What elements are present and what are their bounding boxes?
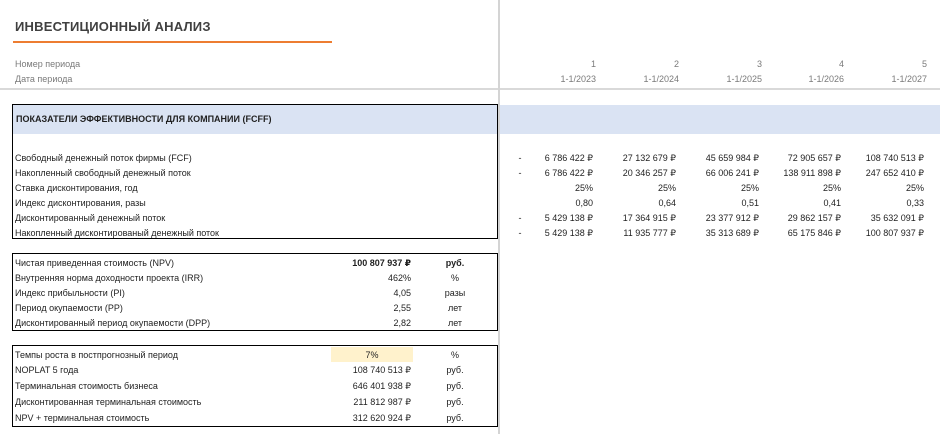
- period-date-1: 1-1/2023: [560, 74, 596, 84]
- period-date-4: 1-1/2026: [808, 74, 844, 84]
- header-divider: [0, 88, 940, 90]
- period-date-3: 1-1/2025: [726, 74, 762, 84]
- row-label: Дисконтированный денежный поток: [15, 213, 166, 223]
- kpi-unit: лет: [447, 318, 463, 328]
- cell[interactable]: 100 807 937 ₽: [814, 228, 924, 239]
- frozen-pane-divider[interactable]: [498, 0, 500, 434]
- kpi-value[interactable]: 4,05: [281, 288, 411, 298]
- kpi-label: Период окупаемости (PP): [15, 303, 123, 313]
- kpi-unit: разы: [444, 288, 466, 298]
- kpi-unit: лет: [447, 303, 463, 313]
- row-label: Ставка дисконтирования, год: [15, 183, 138, 193]
- kpi-label: Внутренняя норма доходности проекта (IRR…: [15, 273, 204, 283]
- row-label: Накопленный свободный денежный поток: [15, 168, 191, 178]
- terminal-value[interactable]: 312 620 924 ₽: [281, 413, 411, 424]
- terminal-label: Терминальная стоимость бизнеса: [15, 381, 158, 391]
- title-underline: [13, 41, 332, 43]
- kpi-value[interactable]: 100 807 937 ₽: [281, 258, 411, 269]
- terminal-label: Дисконтированная терминальная стоимость: [15, 397, 202, 407]
- kpi-unit: руб.: [445, 258, 465, 268]
- kpi-value[interactable]: 462%: [281, 273, 411, 283]
- kpi-value[interactable]: 2,82: [281, 318, 411, 328]
- cell[interactable]: 0,33: [814, 198, 924, 208]
- terminal-label: Темпы роста в постпрогнозный период: [15, 350, 178, 360]
- terminal-label: NOPLAT 5 года: [15, 365, 79, 375]
- cell[interactable]: 35 632 091 ₽: [814, 213, 924, 224]
- period-number-label: Номер периода: [15, 59, 81, 69]
- cell[interactable]: 108 740 513 ₽: [814, 153, 924, 164]
- terminal-value[interactable]: 211 812 987 ₽: [281, 397, 411, 408]
- terminal-unit: руб.: [446, 365, 464, 375]
- terminal-unit: руб.: [446, 413, 464, 423]
- period-date-2: 1-1/2024: [643, 74, 679, 84]
- period-number-5: 5: [921, 59, 927, 69]
- terminal-unit: руб.: [446, 381, 464, 391]
- sheet-title: ИНВЕСТИЦИОННЫЙ АНАЛИЗ: [15, 19, 211, 34]
- kpi-label: Дисконтированный период окупаемости (DPP…: [15, 318, 211, 328]
- period-number-4: 4: [838, 59, 844, 69]
- terminal-unit: руб.: [446, 397, 464, 407]
- growth-rate-input[interactable]: 7%: [331, 350, 413, 360]
- terminal-value[interactable]: 108 740 513 ₽: [281, 365, 411, 376]
- period-number-3: 3: [756, 59, 762, 69]
- terminal-value[interactable]: 646 401 938 ₽: [281, 381, 411, 392]
- kpi-value[interactable]: 2,55: [281, 303, 411, 313]
- period-date-label: Дата периода: [15, 74, 73, 84]
- terminal-unit: %: [450, 350, 459, 360]
- kpi-label: Чистая приведенная стоимость (NPV): [15, 258, 174, 268]
- row-label: Индекс дисконтирования, разы: [15, 198, 146, 208]
- cell[interactable]: 25%: [814, 183, 924, 193]
- cell[interactable]: 247 652 410 ₽: [814, 168, 924, 179]
- kpi-label: Индекс прибыльности (PI): [15, 288, 125, 298]
- period-number-2: 2: [673, 59, 679, 69]
- kpi-unit: %: [450, 273, 459, 283]
- fcff-section-title: ПОКАЗАТЕЛИ ЭФФЕКТИВНОСТИ ДЛЯ КОМПАНИИ (F…: [16, 114, 272, 124]
- period-date-5: 1-1/2027: [891, 74, 927, 84]
- row-label: Свободный денежный поток фирмы (FCF): [15, 153, 192, 163]
- period-number-1: 1: [590, 59, 596, 69]
- row-label: Накопленный дисконтированый денежный пот…: [15, 228, 219, 238]
- terminal-label: NPV + терминальная стоимость: [15, 413, 150, 423]
